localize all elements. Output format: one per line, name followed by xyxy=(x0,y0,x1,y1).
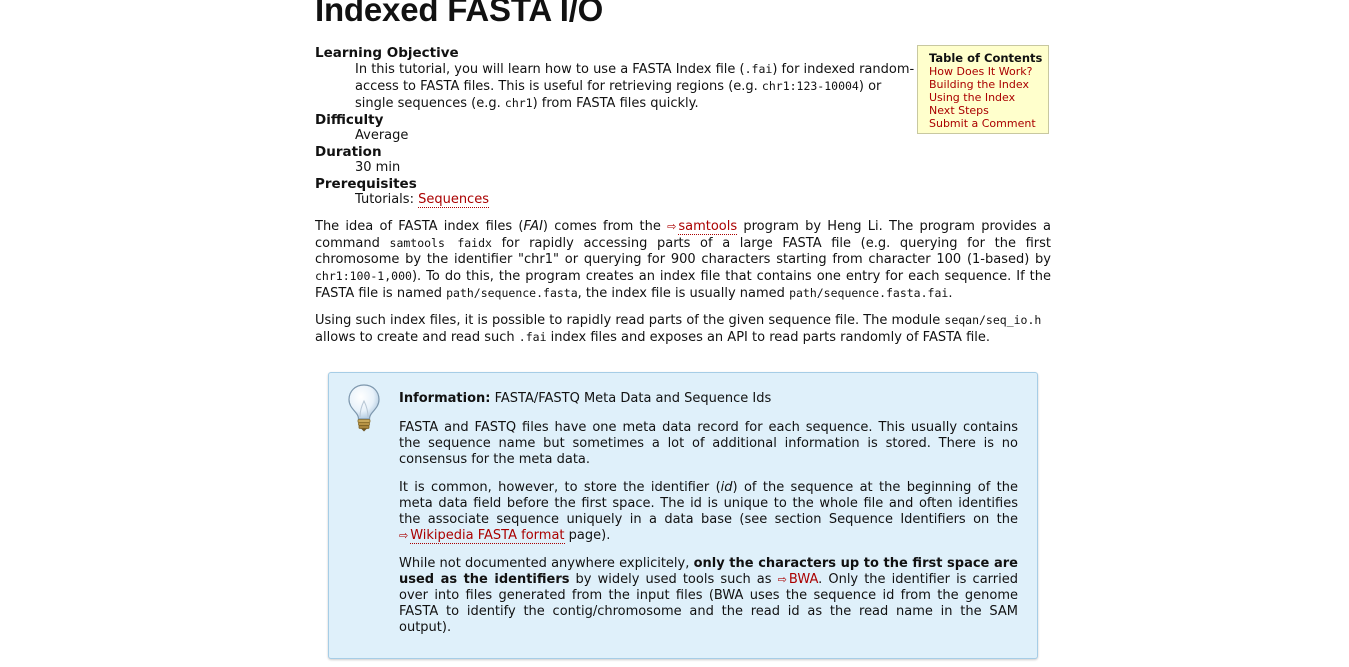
p1-code-region: chr1:100-1,000 xyxy=(315,269,412,283)
module-paragraph: Using such index files, it is possible t… xyxy=(315,312,1051,346)
learning-objective-label: Learning Objective xyxy=(315,45,459,61)
information-title: FASTA/FASTQ Meta Data and Sequence Ids xyxy=(490,391,772,406)
lo-text-4: ) from FASTA files quickly. xyxy=(532,96,699,111)
duration-value: 30 min xyxy=(355,160,401,175)
p1-fai: FAI xyxy=(523,219,543,234)
info-p2-id: id xyxy=(720,480,733,495)
information-content: Information: FASTA/FASTQ Meta Data and S… xyxy=(399,391,1018,648)
difficulty-label: Difficulty xyxy=(315,112,384,128)
lo-code-chr: chr1 xyxy=(504,96,533,110)
p2-code-fai: .fai xyxy=(518,330,547,344)
toc-item-using-the-index[interactable]: Using the Index xyxy=(929,91,1048,104)
info-paragraph-1: FASTA and FASTQ files have one meta data… xyxy=(399,420,1018,467)
info-p2-text-1: It is common, however, to store the iden… xyxy=(399,480,721,495)
toc-item-next-steps[interactable]: Next Steps xyxy=(929,104,1048,117)
external-link-icon: ⇨ xyxy=(399,529,409,542)
lo-code-fai: .fai xyxy=(744,62,773,76)
prerequisites-label: Prerequisites xyxy=(315,176,417,192)
learning-objective-text: In this tutorial, you will learn how to … xyxy=(355,61,915,112)
p1-code-fasta-path: path/sequence.fasta xyxy=(446,286,578,300)
toc-title: Table of Contents xyxy=(929,51,1043,65)
p2-text-1: Using such index files, it is possible t… xyxy=(315,313,945,328)
external-link-icon: ⇨ xyxy=(667,220,677,233)
p1-text-1: The idea of FASTA index files ( xyxy=(315,219,524,234)
table-of-contents: Table of Contents How Does It Work? Buil… xyxy=(917,45,1049,134)
p1-code-faidx: samtools faidx xyxy=(389,236,492,250)
samtools-link[interactable]: samtools xyxy=(678,219,738,235)
info-paragraph-2: It is common, however, to store the iden… xyxy=(399,480,1018,544)
information-heading: Information: FASTA/FASTQ Meta Data and S… xyxy=(399,391,1018,407)
lightbulb-icon xyxy=(348,384,380,432)
wikipedia-fasta-link[interactable]: Wikipedia FASTA format xyxy=(410,528,565,544)
p1-text-6: , the index file is usually named xyxy=(577,286,790,301)
page-title: Indexed FASTA I/O xyxy=(315,0,604,28)
information-label: Information: xyxy=(399,391,491,406)
bwa-link[interactable]: BWA xyxy=(789,572,818,587)
p2-code-module: seqan/seq_io.h xyxy=(944,313,1042,327)
p2-text-3: index files and exposes an API to read p… xyxy=(546,330,990,345)
lo-code-region: chr1:123-10004 xyxy=(761,79,859,93)
duration-label: Duration xyxy=(315,144,382,160)
toc-item-building-the-index[interactable]: Building the Index xyxy=(929,78,1048,91)
p2-text-2: allows to create and read such xyxy=(315,330,519,345)
prerequisites-value: Tutorials: Sequences xyxy=(355,192,915,208)
tutorial-meta: Learning Objective In this tutorial, you… xyxy=(315,45,915,208)
information-box: Information: FASTA/FASTQ Meta Data and S… xyxy=(328,372,1038,659)
info-p2-text-3: page). xyxy=(564,528,611,543)
p1-text-7: . xyxy=(948,286,953,301)
lo-text-1: In this tutorial, you will learn how to … xyxy=(355,62,745,77)
info-paragraph-3: While not documented anywhere explicitel… xyxy=(399,556,1018,636)
toc-item-how-does-it-work[interactable]: How Does It Work? xyxy=(929,65,1048,78)
info-p3-text-1: While not documented anywhere explicitel… xyxy=(399,556,694,571)
difficulty-value: Average xyxy=(355,128,409,143)
p1-text-2: ) comes from the xyxy=(542,219,668,234)
prerequisites-prefix: Tutorials: xyxy=(355,192,419,207)
intro-paragraph: The idea of FASTA index files (FAI) come… xyxy=(315,219,1051,302)
sequences-link[interactable]: Sequences xyxy=(418,192,489,208)
external-link-icon: ⇨ xyxy=(777,573,787,586)
p1-code-fai-path: path/sequence.fasta.fai xyxy=(789,286,949,300)
toc-item-submit-a-comment[interactable]: Submit a Comment xyxy=(929,117,1048,130)
info-p3-text-2: by widely used tools such as xyxy=(569,572,778,587)
